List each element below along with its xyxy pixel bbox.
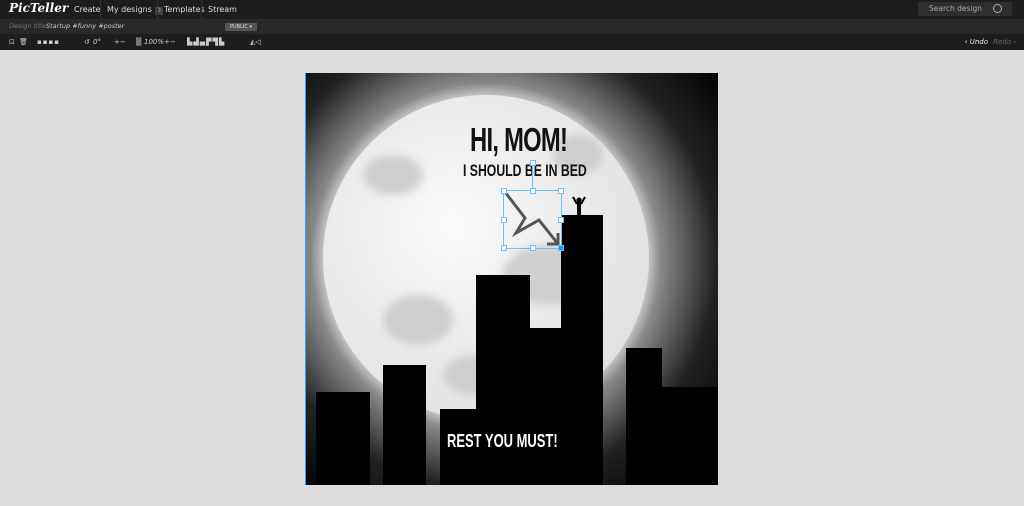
opacity-icon: ▒ bbox=[136, 38, 142, 46]
search-icon[interactable] bbox=[993, 4, 1002, 13]
resize-handle-active[interactable] bbox=[558, 245, 564, 251]
zoom-plus-minus[interactable]: +− bbox=[164, 34, 176, 50]
rotate-icon[interactable]: ↺ bbox=[84, 34, 90, 50]
building bbox=[662, 387, 718, 485]
app-logo[interactable]: PicTeller bbox=[9, 1, 68, 15]
building bbox=[561, 215, 603, 485]
rotation-handle[interactable] bbox=[530, 160, 536, 166]
building bbox=[476, 275, 530, 485]
resize-handle[interactable] bbox=[558, 188, 564, 194]
rotate-plus-minus[interactable]: +− bbox=[114, 34, 126, 50]
resize-handle[interactable] bbox=[501, 245, 507, 251]
redo-button[interactable]: Redo › bbox=[993, 34, 1016, 50]
design-title-label: Design title: bbox=[9, 22, 49, 30]
person-silhouette bbox=[572, 196, 586, 215]
rotation-handle-line bbox=[532, 163, 533, 191]
resize-handle[interactable] bbox=[501, 188, 507, 194]
resize-handle[interactable] bbox=[530, 188, 536, 194]
headline-text[interactable]: HI, MOM! bbox=[470, 121, 568, 159]
resize-handle[interactable] bbox=[501, 217, 507, 223]
resize-handle[interactable] bbox=[558, 217, 564, 223]
top-nav-bar: PicTeller Create My designs 0 Templates S… bbox=[0, 0, 1024, 19]
building bbox=[530, 328, 561, 485]
building bbox=[383, 365, 426, 485]
resize-handle[interactable] bbox=[530, 245, 536, 251]
nav-my-designs-label: My designs bbox=[107, 5, 152, 14]
building bbox=[316, 392, 370, 485]
search-placeholder: Search design bbox=[929, 4, 983, 13]
building bbox=[626, 348, 662, 485]
visibility-dropdown[interactable]: PUBLIC ▾ bbox=[225, 23, 257, 31]
rotation-value[interactable]: 0° bbox=[93, 34, 101, 50]
undo-button[interactable]: ‹ Undo bbox=[965, 34, 988, 50]
align-icons[interactable]: ▙▟▄▛▜▙ bbox=[187, 34, 225, 50]
nav-stream[interactable]: Stream bbox=[201, 0, 243, 19]
design-canvas[interactable]: HI, MOM! I SHOULD BE IN BED REST YOU MUS… bbox=[305, 73, 718, 485]
flip-icons[interactable]: ◭◁ bbox=[250, 34, 261, 50]
design-title-bar: Design title: Startup #funny #poster PUB… bbox=[0, 19, 1024, 34]
editor-toolbar: ⊡ 🗑 ▪▪▪▪ ↺ 0° +− ▒ 100% +− ▙▟▄▛▜▙ ◭◁ ‹ U… bbox=[0, 34, 1024, 50]
preview-icon[interactable]: ⊡ bbox=[9, 34, 15, 50]
selection-box[interactable] bbox=[501, 160, 564, 251]
footer-text[interactable]: REST YOU MUST! bbox=[447, 431, 558, 452]
subline-text[interactable]: I SHOULD BE IN BED bbox=[463, 161, 587, 181]
design-title-input[interactable]: Startup #funny #poster bbox=[46, 19, 124, 34]
layer-order-icons[interactable]: ▪▪▪▪ bbox=[37, 34, 60, 50]
zoom-value[interactable]: 100% bbox=[144, 34, 164, 50]
trash-icon[interactable]: 🗑 bbox=[19, 34, 28, 50]
search-input[interactable]: Search design bbox=[918, 2, 1012, 16]
